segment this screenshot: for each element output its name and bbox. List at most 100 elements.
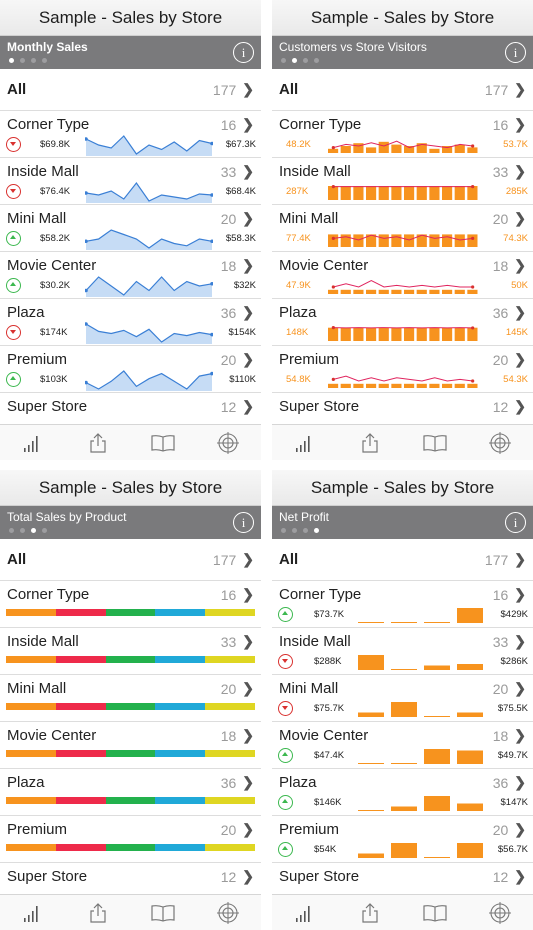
list-row[interactable]: Mini Mall 20 ❯ $75.7K $75.5K (272, 675, 533, 722)
info-icon[interactable]: i (505, 512, 526, 533)
list-row-all[interactable]: All 177 ❯ (272, 539, 533, 581)
share-icon[interactable] (85, 901, 111, 925)
target-icon[interactable] (487, 901, 513, 925)
page-dot[interactable] (31, 58, 36, 63)
share-icon[interactable] (357, 431, 383, 455)
share-icon[interactable] (357, 901, 383, 925)
list-row[interactable]: Mini Mall 20 ❯ $58.2K $58.3K (0, 205, 261, 252)
product-segment (105, 750, 156, 757)
chevron-right-icon: ❯ (242, 351, 254, 367)
list-row-all[interactable]: All 177 ❯ (0, 69, 261, 111)
list-row[interactable]: Premium 20 ❯ $103K $110K (0, 346, 261, 393)
target-icon[interactable] (215, 431, 241, 455)
bar-chart-icon[interactable] (20, 431, 46, 455)
bar-chart-icon[interactable] (292, 431, 318, 455)
list-row[interactable]: Premium 20 ❯ 54.8K 54.3K (272, 346, 533, 393)
list-row[interactable]: Movie Center 18 ❯ $30.2K $32K (0, 252, 261, 299)
chevron-right-icon: ❯ (514, 81, 526, 97)
page-dot[interactable] (281, 528, 286, 533)
list-row[interactable]: Inside Mall 33 ❯ 287K 285K (272, 158, 533, 205)
book-icon[interactable] (150, 431, 176, 455)
list-row[interactable]: Movie Center 18 ❯ $47.4K $49.7K (272, 722, 533, 769)
row-label: Mini Mall (7, 210, 67, 227)
page-dot[interactable] (31, 528, 36, 533)
bar-chart-icon[interactable] (20, 901, 46, 925)
page-dots[interactable] (281, 58, 319, 63)
list-row[interactable]: Inside Mall 33 ❯ $288K $286K (272, 628, 533, 675)
product-segment (6, 797, 56, 804)
info-icon[interactable]: i (233, 512, 254, 533)
page-dot[interactable] (281, 58, 286, 63)
row-count: 20 (492, 352, 509, 368)
page-dot[interactable] (314, 528, 319, 533)
page-dot[interactable] (20, 528, 25, 533)
chevron-right-icon: ❯ (514, 398, 526, 414)
page-dot[interactable] (9, 528, 14, 533)
row-label: Movie Center (7, 727, 97, 744)
end-value: $286K (500, 656, 528, 667)
trend-up-icon (6, 278, 21, 293)
bar (429, 327, 440, 341)
list-row[interactable]: Premium 20 ❯ (0, 816, 261, 863)
row-count: 33 (492, 164, 509, 180)
book-icon[interactable] (422, 431, 448, 455)
start-value: $54K (314, 844, 337, 855)
book-icon[interactable] (150, 901, 176, 925)
end-value: $154K (228, 327, 256, 338)
profit-bar (358, 655, 384, 670)
info-icon[interactable]: i (505, 42, 526, 63)
list-row[interactable]: Corner Type 16 ❯ $69.8K $67.3K (0, 111, 261, 158)
list-row[interactable]: Plaza 36 ❯ $174K $154K (0, 299, 261, 346)
page-dot[interactable] (292, 58, 297, 63)
list-row[interactable]: Inside Mall 33 ❯ $76.4K $68.4K (0, 158, 261, 205)
page-dots[interactable] (9, 58, 47, 63)
end-value: 74.3K (503, 233, 528, 244)
list-row-all[interactable]: All 177 ❯ (272, 69, 533, 111)
page-dot[interactable] (303, 528, 308, 533)
bar (429, 234, 440, 247)
list-row[interactable]: Inside Mall 33 ❯ (0, 628, 261, 675)
list-row[interactable]: Plaza 36 ❯ $146K $147K (272, 769, 533, 816)
profit-bar (424, 749, 450, 764)
page-dot[interactable] (9, 58, 14, 63)
product-segment (55, 656, 106, 663)
page-dots[interactable] (281, 528, 319, 533)
list-row[interactable]: Corner Type 16 ❯ 48.2K 53.7K (272, 111, 533, 158)
target-icon[interactable] (487, 431, 513, 455)
list-row[interactable]: Movie Center 18 ❯ 47.9K 50K (272, 252, 533, 299)
profit-bar-chart (358, 608, 483, 623)
end-value: 54.3K (503, 374, 528, 385)
bar (442, 383, 453, 388)
page-dot[interactable] (292, 528, 297, 533)
list-row[interactable]: Plaza 36 ❯ 148K 145K (272, 299, 533, 346)
list-row[interactable]: Mini Mall 20 ❯ 77.4K 74.3K (272, 205, 533, 252)
page-dot[interactable] (303, 58, 308, 63)
profit-bar (358, 622, 384, 623)
list-row[interactable]: Premium 20 ❯ $54K $56.7K (272, 816, 533, 863)
bar (340, 327, 351, 341)
list-row-all[interactable]: All 177 ❯ (0, 539, 261, 581)
bar (328, 289, 339, 294)
list-row[interactable]: Corner Type 16 ❯ $73.7K $429K (272, 581, 533, 628)
info-icon[interactable]: i (233, 42, 254, 63)
chevron-right-icon: ❯ (514, 586, 526, 602)
page-dot[interactable] (42, 58, 47, 63)
target-icon[interactable] (215, 901, 241, 925)
list-row[interactable]: Mini Mall 20 ❯ (0, 675, 261, 722)
share-icon[interactable] (85, 431, 111, 455)
page-dot[interactable] (42, 528, 47, 533)
bar-chart-icon[interactable] (292, 901, 318, 925)
bar (340, 383, 351, 388)
list-row[interactable]: Movie Center 18 ❯ (0, 722, 261, 769)
bar (404, 186, 415, 200)
page-dot[interactable] (20, 58, 25, 63)
chevron-right-icon: ❯ (514, 304, 526, 320)
start-value: $103K (40, 374, 68, 385)
book-icon[interactable] (422, 901, 448, 925)
page-dot[interactable] (314, 58, 319, 63)
end-value: 50K (511, 280, 528, 291)
list-row[interactable]: Plaza 36 ❯ (0, 769, 261, 816)
page-dots[interactable] (9, 528, 47, 533)
list-row[interactable]: Corner Type 16 ❯ (0, 581, 261, 628)
bar (404, 234, 415, 247)
